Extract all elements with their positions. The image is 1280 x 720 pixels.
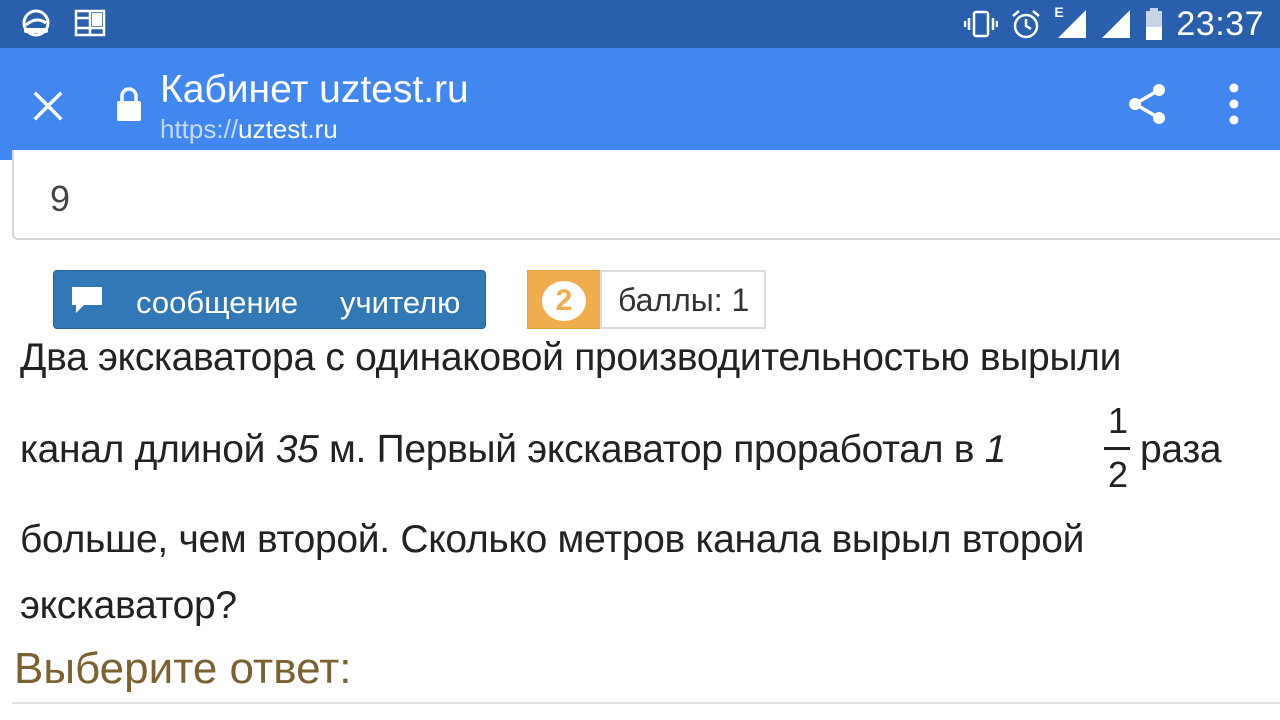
battery-icon: [1146, 8, 1163, 40]
image-notification-icon: [74, 9, 106, 37]
divider: [12, 702, 1280, 704]
more-vert-icon[interactable]: [1218, 82, 1250, 126]
points-label: баллы: 1: [618, 282, 750, 318]
question-number: 2: [542, 281, 586, 321]
page-url: https://uztest.ru: [160, 114, 338, 145]
app-notification-icon: [22, 9, 50, 37]
notification-icons: [20, 8, 106, 38]
question-line-1: Два экскаватора с одинаковой производите…: [20, 336, 1122, 379]
url-scheme: https://: [160, 114, 239, 144]
fraction-bar: [1104, 447, 1130, 450]
select-answer-heading: Выберите ответ:: [14, 644, 352, 693]
question-length: 35: [275, 428, 319, 471]
question-text: м. Первый экскаватор проработал в: [318, 428, 985, 471]
question-line-3: больше, чем второй. Сколько метров канал…: [20, 518, 1085, 561]
page-title: Кабинет uztest.ru: [160, 68, 469, 111]
close-icon[interactable]: [28, 86, 68, 126]
lock-icon: [117, 87, 141, 121]
question-line-2: канал длиной 35 м. Первый экскаватор про…: [20, 428, 1006, 472]
vibrate-icon: [964, 10, 999, 38]
question-number-badge: 2: [527, 270, 601, 329]
custom-tab-toolbar: Кабинет uztest.ru https://uztest.ru: [0, 48, 1280, 160]
message-button-label-2: учителю: [340, 285, 461, 320]
message-button-label-1: сообщение: [136, 285, 299, 320]
message-teacher-button[interactable]: сообщение учителю: [53, 270, 486, 329]
answer-value: 9: [50, 178, 71, 219]
status-bar: E 23:37: [0, 0, 1280, 48]
question-line-2-suffix: раза: [1140, 428, 1222, 471]
fraction: 1 2: [1098, 398, 1138, 500]
mixed-number-whole: 1: [984, 428, 1007, 471]
alarm-icon: [1012, 10, 1041, 39]
previous-answer-field[interactable]: 9: [12, 150, 1280, 240]
url-host: uztest.ru: [238, 114, 338, 144]
signal-icon: E: [1054, 4, 1088, 40]
question-text: канал длиной: [20, 428, 276, 471]
question-line-4: экскаватор?: [20, 584, 237, 627]
system-icons: E 23:37: [964, 0, 1264, 48]
share-icon[interactable]: [1126, 82, 1170, 126]
signal-icon-2: [1102, 10, 1131, 38]
comment-icon: [72, 287, 102, 313]
clock: 23:37: [1176, 4, 1264, 43]
fraction-numerator: 1: [1107, 400, 1129, 441]
points-box: баллы: 1: [600, 270, 766, 329]
fraction-denominator: 2: [1107, 454, 1129, 495]
